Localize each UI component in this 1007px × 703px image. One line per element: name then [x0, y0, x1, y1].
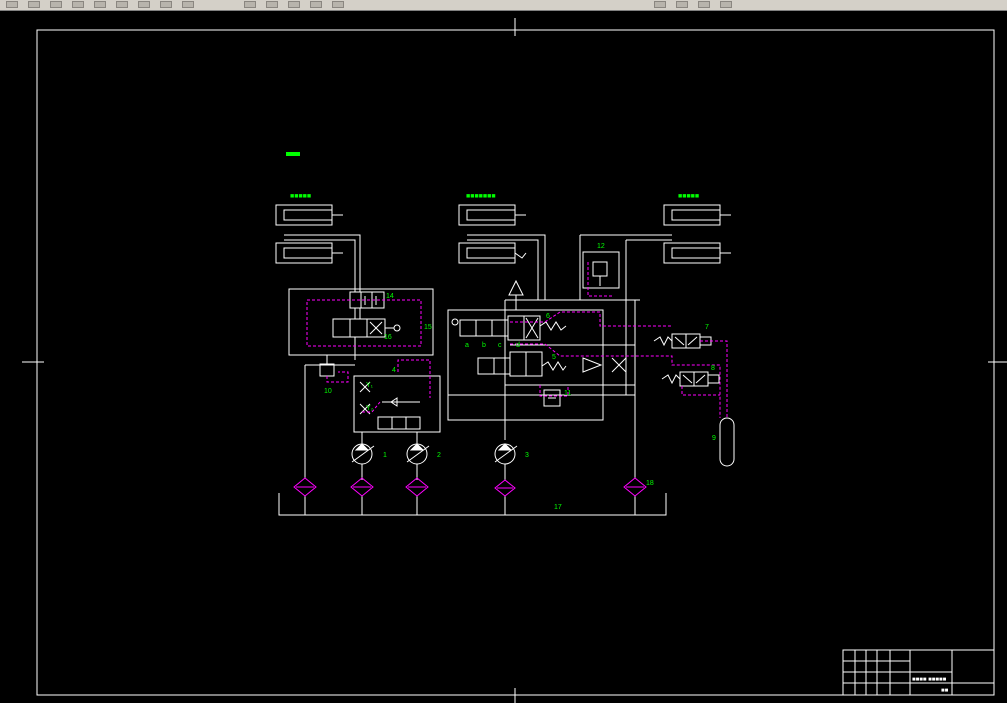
- title-block: [842, 649, 995, 696]
- solenoid-valve-8: [661, 371, 720, 387]
- label-7: 7: [705, 324, 709, 331]
- pan-icon[interactable]: [244, 1, 256, 8]
- label-17: 17: [554, 504, 562, 511]
- group-label-middle: ■■■■■■■: [466, 193, 496, 200]
- pump-2: [406, 432, 430, 465]
- help-icon[interactable]: [720, 1, 732, 8]
- group-label-right: ■■■■■: [678, 193, 699, 200]
- label-3: 3: [525, 452, 529, 459]
- label-8: 8: [711, 365, 715, 372]
- label-16: 16: [384, 334, 392, 341]
- copy-icon[interactable]: [116, 1, 128, 8]
- label-5: 5: [552, 354, 556, 361]
- title-block-cell-1: ■■■■ ■■■■■: [912, 677, 947, 683]
- label-11: 11: [564, 390, 571, 397]
- paste-icon[interactable]: [138, 1, 150, 8]
- zoom-window-icon[interactable]: [288, 1, 300, 8]
- label-6: 6: [546, 313, 550, 320]
- label-d: d: [516, 342, 520, 349]
- directional-valve-a: [451, 318, 509, 337]
- label-1: 1: [383, 452, 387, 459]
- filter-triangle: [508, 279, 524, 296]
- undo-icon[interactable]: [160, 1, 172, 8]
- layer-icon[interactable]: [332, 1, 344, 8]
- properties-icon[interactable]: [310, 1, 322, 8]
- new-icon[interactable]: [6, 1, 18, 8]
- label-15: 15: [424, 324, 432, 331]
- flow-control-triangle: [582, 357, 603, 373]
- ortho-icon[interactable]: [698, 1, 710, 8]
- label-b: b: [482, 342, 486, 349]
- label-4: 4: [392, 367, 396, 374]
- zoom-icon[interactable]: [266, 1, 278, 8]
- relief-valve-11: [543, 389, 561, 407]
- label-18: 18: [646, 480, 654, 487]
- label-2: 2: [437, 452, 441, 459]
- osnap-icon[interactable]: [676, 1, 688, 8]
- label-14: 14: [386, 293, 394, 300]
- drawing-tag: [286, 152, 300, 156]
- right-cylinder-top: [663, 204, 731, 226]
- open-icon[interactable]: [28, 1, 40, 8]
- label-c: c: [498, 342, 502, 349]
- left-cylinder-top: [275, 204, 343, 226]
- middle-cylinder-bottom: [458, 242, 527, 264]
- directional-valve-b: [477, 351, 543, 377]
- pump-1: [351, 432, 375, 465]
- directional-valve-4: [377, 416, 421, 430]
- directional-valve-c: [507, 315, 541, 341]
- label-10: 10: [324, 388, 332, 395]
- hydraulic-schematic-drawing: ■■■■■ ■■■■■■■ ■■■■■ 12 14 15 16 10 4 Y₁ …: [22, 18, 1007, 703]
- label-12: 12: [597, 243, 605, 250]
- title-block-cell-2: ■■: [941, 688, 949, 694]
- print-icon[interactable]: [72, 1, 84, 8]
- label-y1: Y₁: [366, 382, 374, 389]
- tank-17: [278, 493, 667, 516]
- middle-cylinder-top: [458, 204, 526, 226]
- redo-icon[interactable]: [182, 1, 194, 8]
- cut-icon[interactable]: [94, 1, 106, 8]
- label-y2: Y₂: [366, 405, 374, 412]
- accumulator-9: [719, 417, 735, 467]
- label-9: 9: [712, 435, 716, 442]
- match-icon[interactable]: [654, 1, 666, 8]
- sheet-frame: [36, 29, 995, 696]
- label-a: a: [465, 342, 469, 349]
- save-icon[interactable]: [50, 1, 62, 8]
- group-label-left: ■■■■■: [290, 193, 311, 200]
- pump-3: [494, 443, 518, 465]
- right-cylinder-bottom: [663, 242, 731, 264]
- left-cylinder-bottom: [275, 242, 343, 264]
